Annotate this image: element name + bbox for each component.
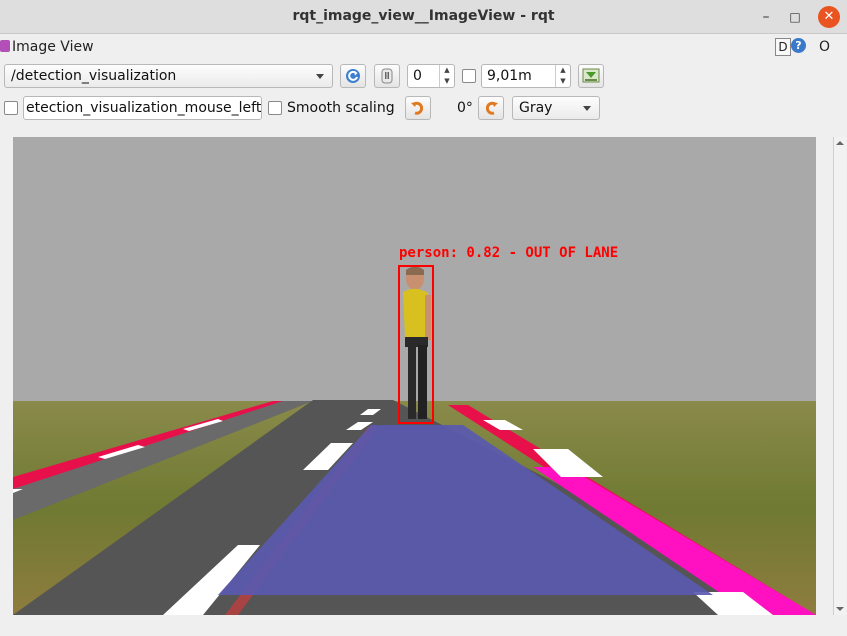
max-range-arrows[interactable]: ▲ ▼ — [555, 65, 570, 87]
chevron-down-icon — [316, 74, 324, 79]
max-range-input[interactable]: 9,01m ▲ ▼ — [481, 64, 571, 88]
max-range-value: 9,01m — [487, 68, 532, 84]
refresh-icon — [346, 69, 360, 83]
refresh-button[interactable] — [340, 64, 366, 88]
plugin-header: Image View D ? O — [0, 36, 847, 58]
color-scheme-select[interactable]: Gray — [512, 96, 600, 120]
smooth-scaling-checkbox[interactable] — [268, 101, 282, 115]
rotate-right-icon — [485, 101, 498, 115]
rotate-right-button[interactable] — [478, 96, 504, 120]
mouse-topic-input[interactable]: etection_visualization_mouse_left — [23, 96, 262, 120]
smooth-scaling-label: Smooth scaling — [287, 100, 395, 116]
plugin-title: Image View — [12, 39, 94, 55]
options-button[interactable]: O — [819, 39, 830, 55]
scroll-up-arrow-icon[interactable] — [836, 141, 844, 145]
spin-input[interactable]: 0 ▲ ▼ — [407, 64, 455, 88]
window-title: rqt_image_view__ImageView - rqt — [292, 8, 555, 24]
pause-icon — [381, 68, 393, 84]
window-titlebar: rqt_image_view__ImageView - rqt – □ ✕ — [0, 0, 847, 34]
dock-button[interactable]: D — [775, 38, 791, 56]
spin-arrows[interactable]: ▲ ▼ — [439, 65, 454, 87]
image-viewport[interactable]: person: 0.82 - OUT OF LANE — [13, 137, 816, 615]
maximize-button[interactable]: □ — [784, 6, 806, 28]
mouse-publish-checkbox[interactable] — [4, 101, 18, 115]
plugin-icon — [0, 40, 10, 52]
rotate-left-button[interactable] — [405, 96, 431, 120]
scroll-down-arrow-icon[interactable] — [836, 607, 844, 611]
save-image-icon — [582, 68, 600, 83]
topic-value: /detection_visualization — [11, 68, 177, 84]
pause-button[interactable] — [374, 64, 400, 88]
topic-select[interactable]: /detection_visualization — [4, 64, 333, 88]
rotation-label: 0° — [457, 100, 473, 116]
minimize-button[interactable]: – — [755, 6, 777, 28]
detection-label: person: 0.82 - OUT OF LANE — [399, 245, 618, 261]
chevron-down-icon — [583, 106, 591, 111]
color-scheme-value: Gray — [519, 100, 553, 116]
save-image-button[interactable] — [578, 64, 604, 88]
mouse-topic-value: etection_visualization_mouse_left — [26, 100, 262, 116]
camera-image: person: 0.82 - OUT OF LANE — [13, 137, 816, 615]
spin-value: 0 — [413, 68, 422, 84]
max-range-checkbox[interactable] — [462, 69, 476, 83]
vertical-scrollbar[interactable] — [833, 137, 846, 615]
close-button[interactable]: ✕ — [818, 6, 840, 28]
help-button[interactable]: ? — [791, 38, 806, 53]
rotate-left-icon — [411, 101, 424, 115]
